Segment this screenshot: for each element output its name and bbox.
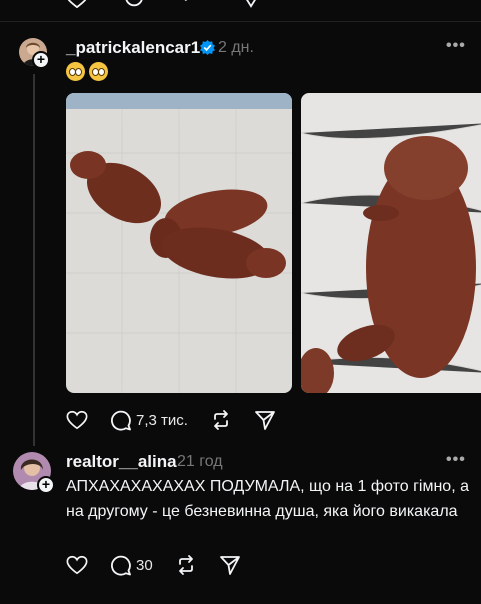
- heart-icon: [66, 555, 88, 575]
- thread-line: [33, 74, 35, 446]
- reply-avatar-wrap[interactable]: +: [11, 450, 55, 494]
- post-action-bar: 7,3 тис.: [66, 409, 298, 431]
- pleading-face-emoji-icon: [66, 62, 85, 81]
- pleading-face-emoji-icon: [89, 62, 108, 81]
- comment-count: 7,3 тис.: [136, 411, 188, 429]
- comment-count: 30: [136, 556, 153, 574]
- reply-text: АПХАХАХАХАХАХ ПОДУМАЛА, що на 1 фото гім…: [66, 478, 469, 520]
- previous-post-actions: [66, 0, 262, 8]
- reply-time: 21 год: [177, 453, 223, 470]
- share-icon: [219, 556, 240, 575]
- post-avatar-wrap[interactable]: +: [17, 36, 53, 72]
- like-button[interactable]: [66, 555, 88, 575]
- post-photo-2[interactable]: [301, 93, 481, 393]
- post-time: 2 дн.: [218, 39, 254, 56]
- share-icon[interactable]: [240, 0, 262, 8]
- reply-username[interactable]: realtor__alina: [66, 452, 177, 472]
- comment-icon: [111, 410, 131, 431]
- post-photo-1[interactable]: [66, 93, 292, 393]
- post-username[interactable]: _patrickalencar1: [66, 38, 200, 58]
- comment-icon: [111, 555, 131, 576]
- post-divider: [0, 21, 481, 22]
- verified-badge-icon: [200, 40, 215, 55]
- more-options-icon[interactable]: •••: [446, 451, 466, 469]
- post-text: [66, 62, 108, 81]
- repost-button[interactable]: [175, 554, 197, 576]
- more-options-icon[interactable]: •••: [446, 37, 466, 55]
- comment-button[interactable]: 30: [110, 554, 153, 576]
- reply-action-bar: 30: [66, 554, 263, 576]
- comment-button[interactable]: 7,3 тис.: [110, 409, 188, 431]
- repost-icon: [178, 555, 193, 575]
- repost-icon: [214, 410, 228, 430]
- share-button[interactable]: [254, 409, 276, 431]
- repost-icon[interactable]: [182, 0, 204, 8]
- follow-plus-icon[interactable]: +: [37, 476, 55, 494]
- follow-plus-icon[interactable]: +: [32, 51, 50, 69]
- share-button[interactable]: [219, 554, 241, 576]
- comment-icon[interactable]: [124, 0, 146, 8]
- heart-icon: [66, 410, 88, 430]
- share-icon: [255, 411, 275, 430]
- heart-icon[interactable]: [66, 0, 88, 8]
- like-button[interactable]: [66, 410, 88, 430]
- repost-button[interactable]: [210, 409, 232, 431]
